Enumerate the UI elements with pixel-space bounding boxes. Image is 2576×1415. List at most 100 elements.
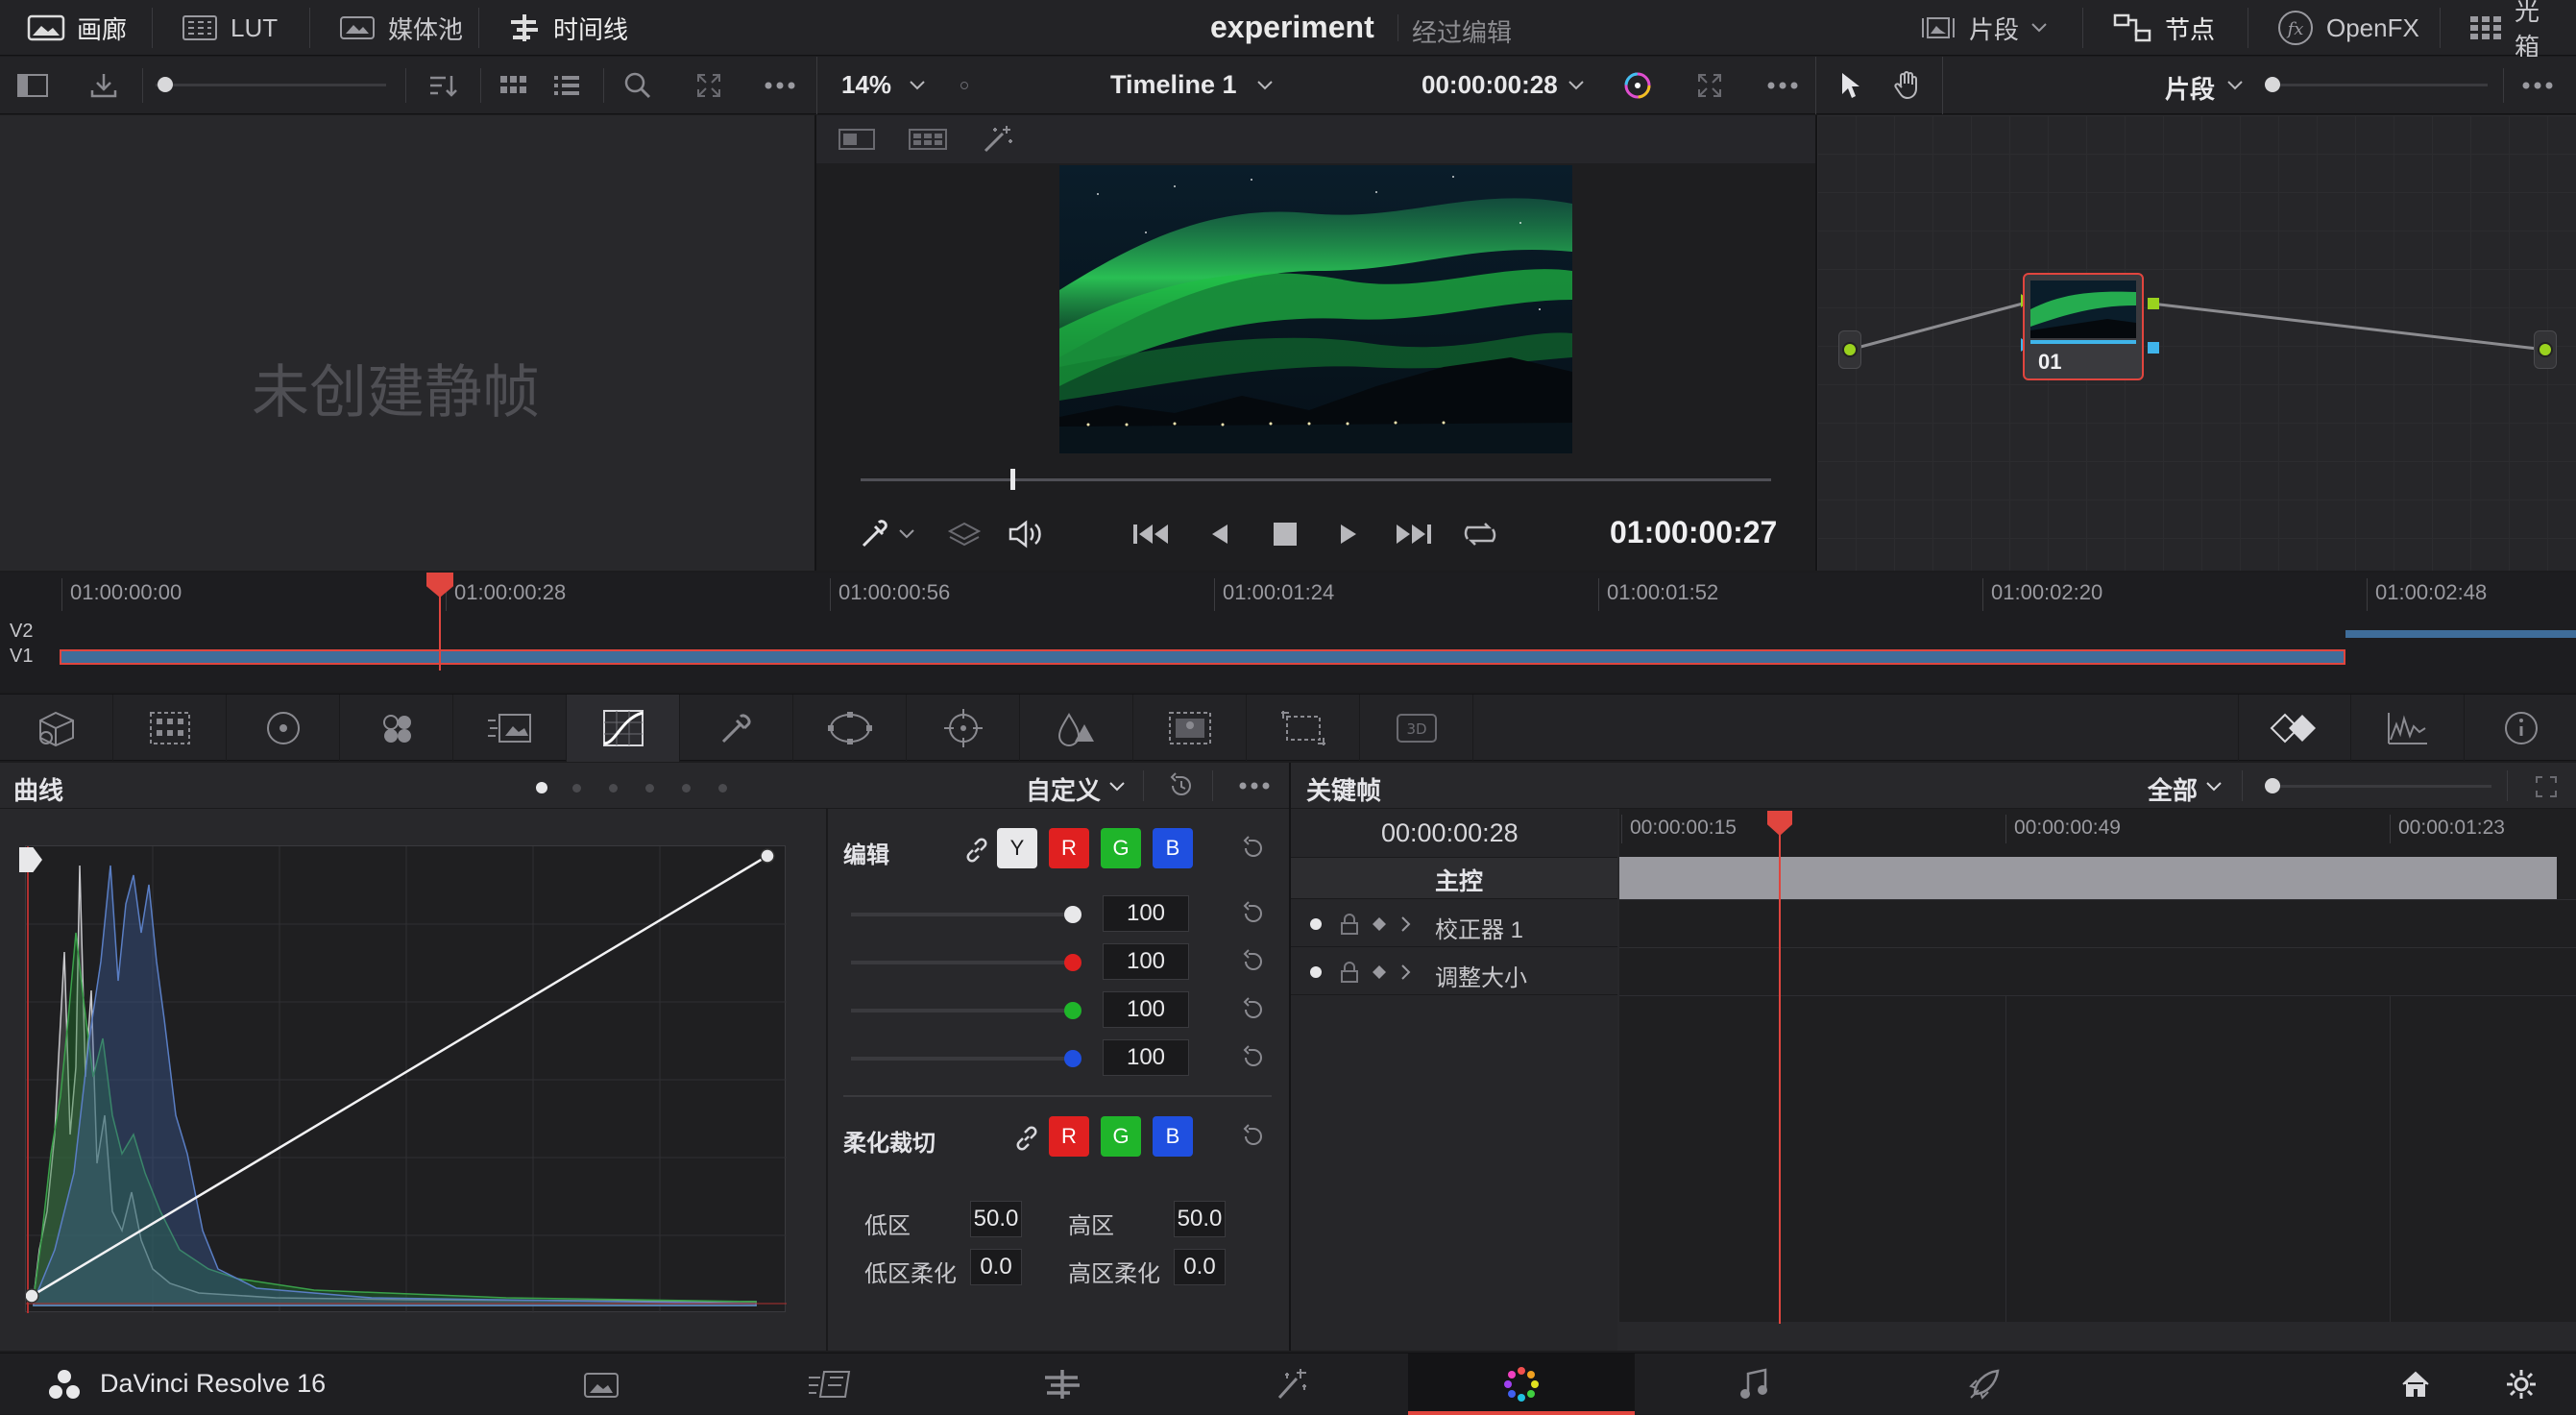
- high-soft-value[interactable]: 0.0: [1174, 1249, 1226, 1285]
- skip-to-end-icon[interactable]: [1391, 515, 1435, 553]
- intensity-value-y[interactable]: 100: [1103, 895, 1189, 932]
- intensity-value-r[interactable]: 100: [1103, 943, 1189, 980]
- grab-still-icon[interactable]: [85, 68, 123, 103]
- expand-row-chevron-icon[interactable]: [1397, 963, 1416, 982]
- timeline-button[interactable]: 时间线: [490, 0, 645, 56]
- page-dot-active[interactable]: [536, 782, 547, 793]
- intensity-reset-g-icon[interactable]: [1237, 993, 1270, 1026]
- viewer-expand-icon[interactable]: [1692, 68, 1727, 103]
- channel-g-button[interactable]: G: [1101, 828, 1141, 868]
- expand-row-chevron-icon[interactable]: [1397, 915, 1416, 934]
- high-value[interactable]: 50.0: [1174, 1201, 1226, 1237]
- viewer-scrubber[interactable]: [861, 478, 1771, 481]
- fairlight-page-button[interactable]: [1696, 1354, 1811, 1415]
- keyframes-panel-tool[interactable]: [2238, 695, 2351, 762]
- sort-icon[interactable]: [423, 68, 461, 103]
- lightbox-button[interactable]: 光箱: [2451, 0, 2576, 61]
- deliver-page-button[interactable]: [1927, 1354, 2042, 1415]
- gallery-button[interactable]: 画廊: [10, 0, 144, 56]
- soft-clip-link-icon[interactable]: [1010, 1122, 1043, 1155]
- channel-r-button[interactable]: R: [1049, 828, 1089, 868]
- nodes-button[interactable]: 节点: [2094, 0, 2232, 56]
- intensity-slider-g[interactable]: [851, 1009, 1074, 1012]
- soft-clip-reset-icon[interactable]: [1237, 1120, 1270, 1153]
- curves-preset[interactable]: 自定义: [1026, 771, 1101, 807]
- intensity-reset-r-icon[interactable]: [1237, 945, 1270, 978]
- clips-button[interactable]: 片段: [1902, 0, 2065, 56]
- play-icon[interactable]: [1329, 515, 1368, 553]
- v2-clip[interactable]: [2345, 630, 2576, 638]
- more-options-icon[interactable]: [759, 68, 801, 103]
- node-mode-label[interactable]: 片段: [2165, 70, 2215, 106]
- zoom-dropdown-chevron-icon[interactable]: [907, 76, 928, 95]
- node-editor[interactable]: 01: [1817, 115, 2576, 571]
- timecode-dropdown-chevron-icon[interactable]: [1566, 76, 1587, 95]
- page-dot[interactable]: [645, 784, 654, 793]
- keyframes-expand-icon[interactable]: [2530, 772, 2563, 801]
- keyframes-filter[interactable]: 全部: [2148, 771, 2198, 807]
- loop-icon[interactable]: [1458, 515, 1502, 553]
- blur-tool[interactable]: [1020, 695, 1133, 762]
- search-icon[interactable]: [619, 68, 657, 103]
- expand-icon[interactable]: [690, 68, 728, 103]
- page-dot[interactable]: [572, 784, 581, 793]
- node-more-options-icon[interactable]: [2516, 68, 2559, 103]
- scopes-tool[interactable]: [2351, 695, 2465, 762]
- low-soft-value[interactable]: 0.0: [970, 1249, 1022, 1285]
- filter-chevron-icon[interactable]: [2203, 776, 2224, 797]
- play-reverse-icon[interactable]: [1201, 515, 1239, 553]
- v1-clip[interactable]: [60, 649, 2345, 665]
- lut-button[interactable]: LUT: [163, 0, 295, 56]
- rgb-mixer-tool[interactable]: [340, 695, 453, 762]
- home-button[interactable]: [2363, 1354, 2468, 1415]
- node-key-output[interactable]: [2148, 342, 2159, 354]
- color-wheels-tool[interactable]: [227, 695, 340, 762]
- color-page-button[interactable]: [1408, 1354, 1635, 1415]
- zoom-level[interactable]: 14%: [841, 70, 891, 100]
- stop-icon[interactable]: [1266, 515, 1304, 553]
- node-01[interactable]: 01: [2023, 273, 2144, 380]
- page-dot[interactable]: [718, 784, 727, 793]
- motion-effects-tool[interactable]: [453, 695, 567, 762]
- thumbnail-size-slider[interactable]: [156, 84, 386, 86]
- hand-tool-icon[interactable]: [1888, 68, 1927, 103]
- keyframe-diamond-icon[interactable]: [1370, 915, 1389, 934]
- page-dot[interactable]: [682, 784, 691, 793]
- viewer-more-options-icon[interactable]: [1762, 68, 1804, 103]
- intensity-handle-r[interactable]: [1064, 954, 1081, 971]
- channel-y-button[interactable]: Y: [997, 828, 1037, 868]
- grid-view-icon[interactable]: [494, 68, 532, 103]
- wipe-view-icon[interactable]: [907, 123, 949, 156]
- link-icon[interactable]: [960, 834, 993, 866]
- camera-raw-tool[interactable]: [0, 695, 113, 762]
- keyframe-diamond-icon[interactable]: [1370, 963, 1389, 982]
- settings-button[interactable]: [2468, 1354, 2574, 1415]
- intensity-value-b[interactable]: 100: [1103, 1039, 1189, 1076]
- split-view-icon[interactable]: [836, 123, 878, 156]
- preset-chevron-icon[interactable]: [1106, 776, 1128, 797]
- fusion-page-button[interactable]: [1235, 1354, 1350, 1415]
- soft-clip-r-button[interactable]: R: [1049, 1116, 1089, 1157]
- 3d-tool[interactable]: 3D: [1360, 695, 1473, 762]
- color-match-tool[interactable]: [113, 695, 227, 762]
- edit-reset-icon[interactable]: [1237, 832, 1270, 865]
- cut-page-button[interactable]: [774, 1354, 889, 1415]
- openfx-button[interactable]: fx OpenFX: [2259, 0, 2437, 56]
- lock-icon[interactable]: [1339, 913, 1360, 936]
- page-dot[interactable]: [609, 784, 618, 793]
- intensity-slider-y[interactable]: [851, 913, 1074, 916]
- soft-clip-b-button[interactable]: B: [1153, 1116, 1193, 1157]
- lock-icon[interactable]: [1339, 961, 1360, 984]
- eyedropper-icon[interactable]: [857, 515, 920, 553]
- intensity-reset-y-icon[interactable]: [1237, 897, 1270, 930]
- window-tool[interactable]: [793, 695, 907, 762]
- curves-tool[interactable]: [567, 695, 680, 762]
- channel-b-button[interactable]: B: [1153, 828, 1193, 868]
- keyframe-zoom-slider[interactable]: [2271, 785, 2491, 788]
- timeline-dropdown-chevron-icon[interactable]: [1254, 76, 1276, 95]
- reset-all-icon[interactable]: [1164, 770, 1199, 801]
- keyframe-zoom-handle[interactable]: [2265, 778, 2280, 793]
- mini-timeline[interactable]: 01:00:00:00 01:00:00:28 01:00:00:56 01:0…: [0, 573, 2576, 692]
- intensity-handle-b[interactable]: [1064, 1050, 1081, 1067]
- intensity-slider-b[interactable]: [851, 1057, 1074, 1061]
